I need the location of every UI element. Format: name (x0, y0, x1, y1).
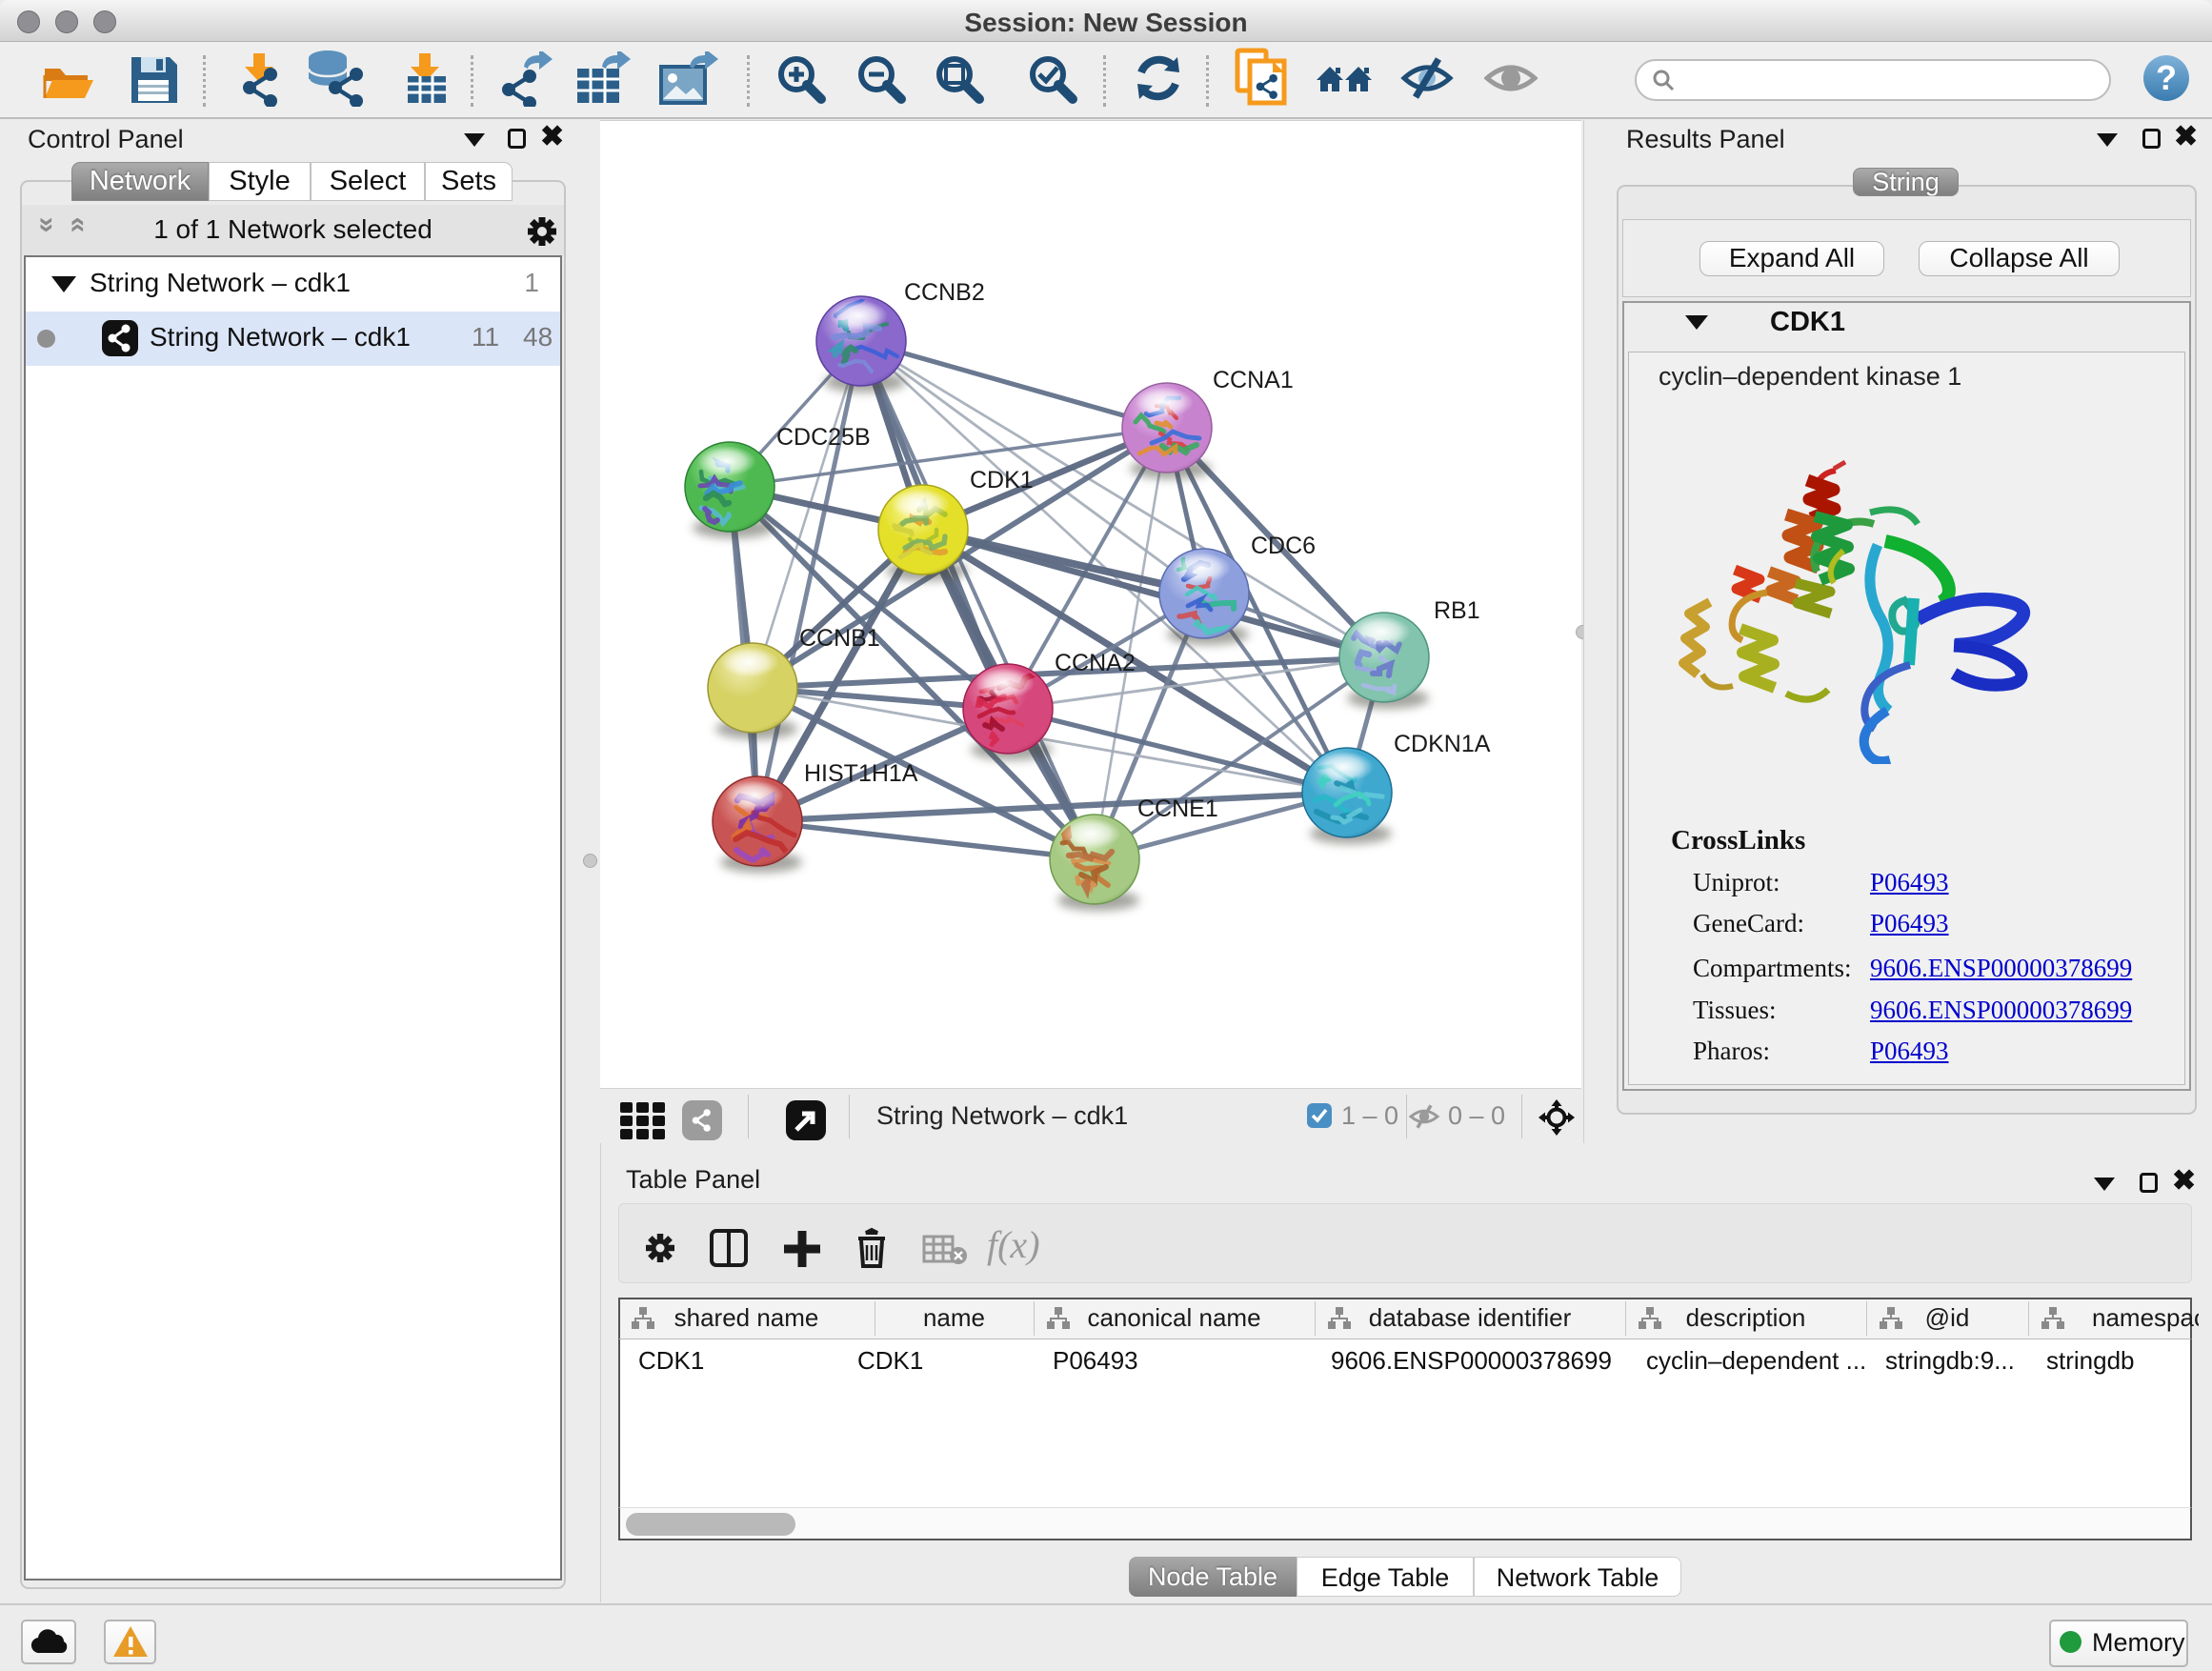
svg-text:HIST1H1A: HIST1H1A (804, 760, 918, 787)
svg-text:CDKN1A: CDKN1A (1394, 731, 1491, 757)
svg-text:CDC6: CDC6 (1251, 533, 1316, 559)
svg-text:CCNE1: CCNE1 (1137, 795, 1218, 822)
svg-text:RB1: RB1 (1434, 597, 1480, 624)
svg-text:CCNB2: CCNB2 (904, 279, 985, 306)
svg-text:CCNA1: CCNA1 (1213, 367, 1294, 393)
svg-text:CDK1: CDK1 (970, 467, 1034, 493)
svg-text:CCNA2: CCNA2 (1055, 650, 1136, 676)
svg-text:CCNB1: CCNB1 (799, 625, 880, 652)
svg-text:CDC25B: CDC25B (776, 424, 871, 451)
